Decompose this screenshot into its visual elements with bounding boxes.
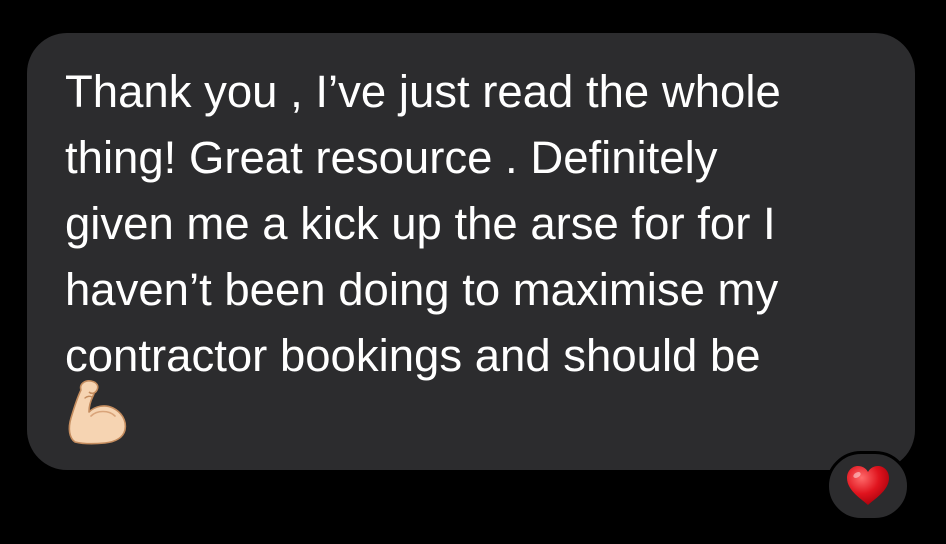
message-line: contractor bookings and should be (65, 330, 761, 381)
heart-reaction[interactable] (826, 451, 910, 521)
message-line: Thank you , I’ve just read the whole (65, 66, 781, 117)
message-line: given me a kick up the arse for for I (65, 198, 776, 249)
message-line: thing! Great resource . Definitely (65, 132, 718, 183)
message-line: haven’t been doing to maximise my (65, 264, 779, 315)
chat-screen: Thank you , I’ve just read the whole thi… (0, 0, 946, 544)
heart-icon (847, 466, 889, 505)
message-bubble[interactable]: Thank you , I’ve just read the whole thi… (27, 33, 915, 470)
message-text: Thank you , I’ve just read the whole thi… (65, 59, 885, 389)
flexed-biceps-icon (68, 380, 127, 445)
